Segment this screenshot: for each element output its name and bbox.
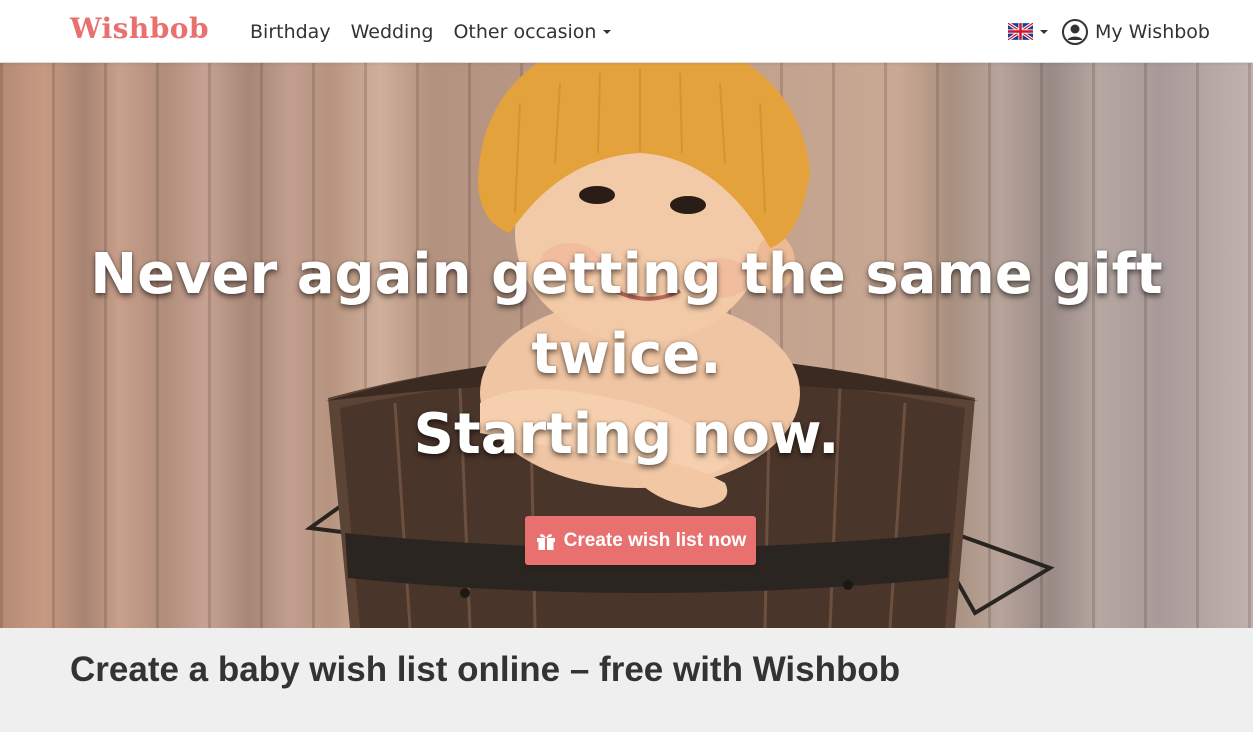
my-wishbob-link[interactable]: My Wishbob bbox=[1061, 18, 1210, 45]
gift-icon bbox=[536, 533, 555, 550]
nav-link-birthday[interactable]: Birthday bbox=[250, 21, 331, 43]
hero-headline: Never again getting the same gift twice.… bbox=[0, 235, 1253, 475]
hero-headline-line-2: twice. bbox=[531, 322, 722, 387]
hero-headline-line-3: Starting now. bbox=[413, 402, 840, 467]
my-wishbob-label: My Wishbob bbox=[1094, 20, 1210, 43]
chevron-down-icon bbox=[603, 29, 612, 34]
hero-headline-line-1: Never again getting the same gift bbox=[90, 242, 1163, 307]
main-nav: Birthday Wedding Other occasion bbox=[250, 0, 631, 63]
top-navbar: Wishbob Birthday Wedding Other occasion bbox=[0, 0, 1253, 63]
nav-link-other-occasion[interactable]: Other occasion bbox=[453, 20, 612, 43]
hero-banner: Never again getting the same gift twice.… bbox=[0, 63, 1253, 628]
create-wish-list-label: Create wish list now bbox=[563, 529, 747, 551]
user-circle-icon bbox=[1061, 18, 1088, 45]
create-wish-list-button[interactable]: Create wish list now bbox=[525, 516, 756, 565]
nav-link-wedding[interactable]: Wedding bbox=[351, 21, 434, 43]
nav-right: My Wishbob bbox=[1007, 0, 1210, 63]
chevron-down-icon bbox=[1039, 29, 1048, 34]
uk-flag-icon bbox=[1007, 23, 1033, 40]
section-title: Create a baby wish list online – free wi… bbox=[70, 650, 901, 689]
language-switcher[interactable] bbox=[1007, 23, 1048, 40]
wishbob-logo[interactable]: Wishbob bbox=[70, 12, 209, 45]
nav-link-other-occasion-label: Other occasion bbox=[453, 20, 597, 43]
